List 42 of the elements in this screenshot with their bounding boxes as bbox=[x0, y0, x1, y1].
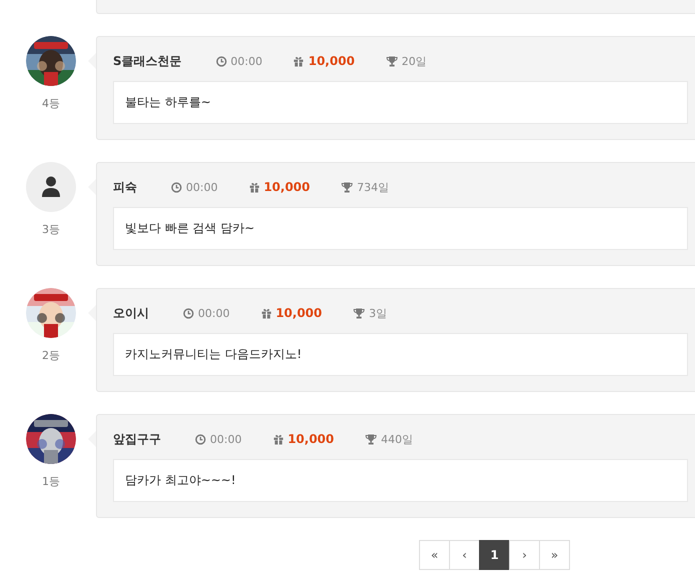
user-name[interactable]: S클래스천문 bbox=[113, 52, 182, 70]
clock-icon bbox=[171, 182, 182, 192]
comment-text: 빛보다 빠른 검색 담카~ bbox=[113, 207, 688, 250]
points-text: 10,000 bbox=[264, 180, 310, 194]
comment-text: 카지노커뮤니티는 다음드카지노! bbox=[113, 333, 688, 376]
rank-label: 1등 bbox=[42, 474, 60, 489]
person-icon bbox=[42, 176, 60, 198]
days-text: 734일 bbox=[357, 180, 390, 194]
user-name[interactable]: 앞집구구 bbox=[113, 430, 161, 448]
points-text: 10,000 bbox=[288, 432, 334, 446]
time-text: 00:00 bbox=[198, 306, 230, 320]
rank-label: 4등 bbox=[42, 96, 60, 111]
trophy-icon bbox=[386, 56, 398, 66]
gift-icon bbox=[293, 56, 304, 66]
points-text: 10,000 bbox=[308, 54, 355, 68]
time-text: 00:00 bbox=[210, 432, 242, 446]
days-text: 20일 bbox=[402, 54, 427, 68]
page-button[interactable]: « bbox=[419, 540, 450, 570]
user-name[interactable]: 피슉 bbox=[113, 178, 137, 196]
page-button[interactable]: » bbox=[539, 540, 570, 570]
comment-text: 불타는 하루를~ bbox=[113, 81, 688, 124]
clock-icon bbox=[183, 308, 194, 318]
page-button[interactable]: › bbox=[509, 540, 540, 570]
gift-icon bbox=[272, 434, 284, 444]
days-text: 3일 bbox=[369, 306, 388, 320]
comment-text: 담카가 최고야~~~! bbox=[113, 459, 688, 502]
rank-label: 3등 bbox=[42, 222, 60, 237]
trophy-icon bbox=[353, 308, 366, 318]
rank-label: 2등 bbox=[42, 348, 60, 363]
gift-icon bbox=[248, 182, 260, 192]
page-button[interactable]: ‹ bbox=[449, 540, 480, 570]
points-text: 10,000 bbox=[276, 306, 322, 320]
user-name[interactable]: 오이시 bbox=[113, 304, 149, 322]
clock-icon bbox=[195, 434, 206, 444]
clock-icon bbox=[216, 56, 227, 66]
time-text: 00:00 bbox=[186, 180, 218, 194]
days-text: 440일 bbox=[381, 432, 414, 446]
trophy-icon bbox=[365, 434, 378, 444]
gift-icon bbox=[260, 308, 272, 318]
current-page-button[interactable]: 1 bbox=[479, 540, 510, 570]
time-text: 00:00 bbox=[230, 54, 262, 68]
trophy-icon bbox=[341, 182, 354, 192]
